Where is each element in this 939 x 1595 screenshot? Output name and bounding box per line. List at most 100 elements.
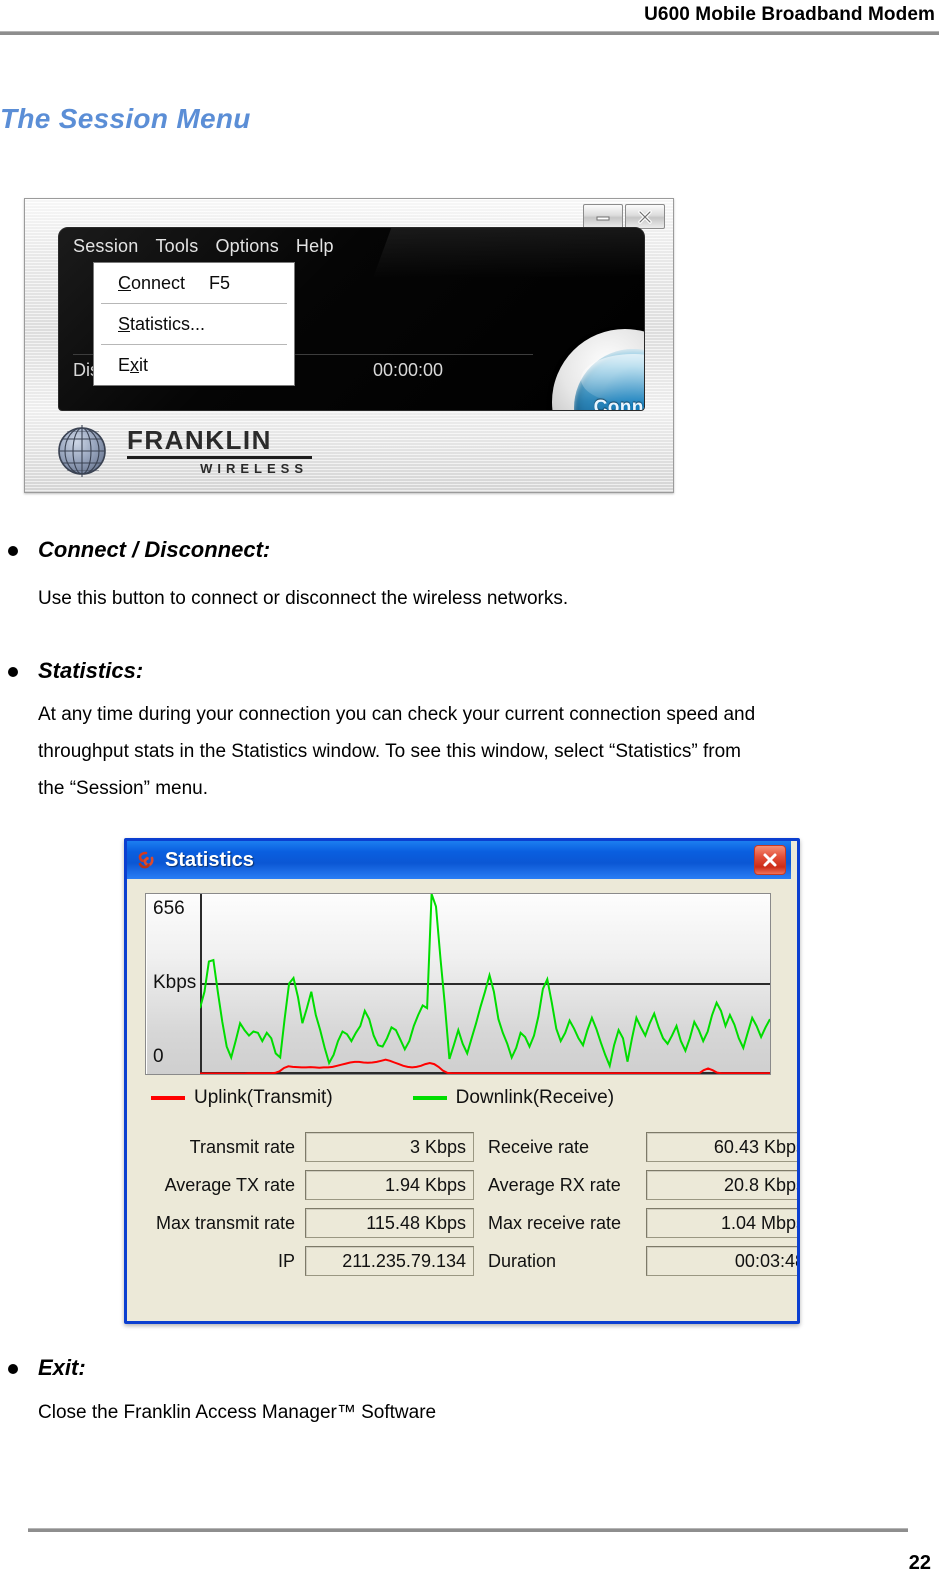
statistics-close-button[interactable] (754, 845, 786, 875)
document-page: U600 Mobile Broadband Modem The Session … (0, 0, 939, 1595)
bullet-exit: Exit: (8, 1355, 86, 1381)
bullet-body-exit: Close the Franklin Access Manager™ Softw… (38, 1402, 437, 1423)
field-label: Transmit rate (189, 1136, 295, 1157)
downlink-trace (200, 894, 770, 1066)
menu-item-statistics-label: Statistics... (118, 313, 206, 334)
close-icon (638, 209, 652, 224)
legend-item-downlink: Downlink(Receive) (412, 1087, 615, 1109)
menu-item-connect-label: Connect (118, 272, 186, 293)
menu-item-connect[interactable]: Connect F5 (94, 263, 294, 303)
stats-row: Average TX rate 1.94 Kbps Average RX rat… (145, 1167, 797, 1203)
page-number: 22 (908, 1552, 931, 1574)
field-label: Receive rate (488, 1136, 590, 1157)
field-value: 00:03:48 (646, 1246, 797, 1276)
bullet-connect-disconnect: Connect / Disconnect: (8, 537, 270, 563)
y-axis-unit-label: Kbps (153, 972, 197, 993)
page-title: The Session Menu (0, 103, 251, 134)
menu-tools[interactable]: Tools (155, 236, 198, 257)
throughput-graph: 656 Kbps 0 (145, 893, 771, 1075)
statistics-fields: Transmit rate 3 Kbps Receive rate 60.43 … (145, 1129, 797, 1281)
field-label: Average RX rate (488, 1174, 621, 1195)
field-ip: IP 211.235.79.134 (145, 1246, 474, 1276)
field-label: IP (277, 1250, 295, 1271)
field-label: Average TX rate (164, 1174, 295, 1195)
connect-button[interactable]: Connect (574, 349, 644, 411)
header-divider (0, 31, 939, 35)
field-label: Max transmit rate (155, 1212, 295, 1233)
menu-help[interactable]: Help (296, 236, 334, 257)
y-axis-max-label: 656 (153, 898, 185, 919)
bullet-body-statistics-line2: throughput stats in the Statistics windo… (38, 741, 741, 762)
connect-button-label: Connect (593, 397, 644, 411)
field-receive-rate: Receive rate 60.43 Kbps (474, 1132, 797, 1162)
bullet-title: Statistics: (38, 658, 144, 683)
bullet-title: Exit: (38, 1355, 86, 1380)
globe-icon (58, 425, 106, 477)
bullet-body-statistics-line1: At any time during your connection you c… (38, 704, 756, 725)
brand-underline (127, 455, 312, 459)
legend-item-uplink: Uplink(Transmit) (151, 1087, 333, 1109)
field-duration: Duration 00:03:48 (474, 1246, 797, 1276)
field-value: 115.48 Kbps (305, 1208, 474, 1238)
stats-row: Transmit rate 3 Kbps Receive rate 60.43 … (145, 1129, 797, 1165)
field-value: 60.43 Kbps (646, 1132, 797, 1162)
bullet-dot-icon (8, 546, 18, 556)
footer-divider (28, 1528, 908, 1532)
bullet-body-connect: Use this button to connect or disconnect… (38, 588, 569, 609)
menu-item-exit[interactable]: Exit (94, 345, 294, 385)
graph-legend: Uplink(Transmit) Downlink(Receive) (151, 1085, 771, 1111)
throughput-traces (200, 894, 770, 1074)
field-max-receive-rate: Max receive rate 1.04 Mbps (474, 1208, 797, 1238)
session-timer: 00:00:00 (373, 360, 444, 380)
field-value: 1.04 Mbps (646, 1208, 797, 1238)
bullet-statistics: Statistics: (8, 658, 143, 684)
field-max-transmit-rate: Max transmit rate 115.48 Kbps (145, 1208, 474, 1238)
bullet-dot-icon (8, 1364, 18, 1374)
menubar: Session Tools Options Help (73, 236, 334, 257)
bullet-title: Connect / Disconnect: (38, 537, 271, 562)
brand-wordmark: FRANKLIN WIRELESS (127, 427, 312, 476)
statistics-title-text: Statistics (165, 848, 254, 871)
legend-label-downlink: Downlink(Receive) (455, 1087, 615, 1108)
franklin-wireless-logo: FRANKLIN WIRELESS (53, 420, 373, 482)
close-icon (763, 853, 777, 867)
legend-label-uplink: Uplink(Transmit) (194, 1087, 333, 1108)
stats-row: IP 211.235.79.134 Duration 00:03:48 (145, 1243, 797, 1279)
menu-options[interactable]: Options (215, 236, 278, 257)
menu-item-statistics[interactable]: Statistics... (94, 304, 294, 344)
field-average-tx-rate: Average TX rate 1.94 Kbps (145, 1170, 474, 1200)
connect-button-assembly[interactable]: Connect (544, 323, 644, 411)
statistics-app-icon (138, 851, 154, 869)
field-transmit-rate: Transmit rate 3 Kbps (145, 1132, 474, 1162)
statistics-titlebar: Statistics (127, 841, 791, 879)
uplink-trace (200, 1060, 770, 1074)
field-value: 211.235.79.134 (305, 1246, 474, 1276)
modem-app-window-screenshot: Session Tools Options Help d Connect F5 … (24, 198, 674, 493)
field-label: Duration (488, 1250, 557, 1271)
brand-name: FRANKLIN (127, 424, 272, 455)
window-controls (583, 204, 665, 229)
menu-session[interactable]: Session (73, 236, 138, 257)
field-value: 1.94 Kbps (305, 1170, 474, 1200)
bullet-dot-icon (8, 667, 18, 677)
y-axis-min-label: 0 (153, 1046, 164, 1067)
legend-swatch-uplink (151, 1096, 185, 1100)
field-label: Max receive rate (488, 1212, 622, 1233)
header-title: U600 Mobile Broadband Modem (644, 4, 935, 25)
bullet-body-statistics-line3: the “Session” menu. (38, 778, 209, 799)
menu-item-connect-accelerator: F5 (209, 272, 231, 293)
menu-item-exit-label: Exit (118, 354, 149, 375)
session-dropdown-menu: Connect F5 Statistics... Exit (93, 262, 295, 386)
statistics-dialog-screenshot: Statistics 656 Kbps 0 Uplink(Transmit) D… (124, 838, 800, 1324)
field-value: 20.8 Kbps (646, 1170, 797, 1200)
field-value: 3 Kbps (305, 1132, 474, 1162)
field-average-rx-rate: Average RX rate 20.8 Kbps (474, 1170, 797, 1200)
legend-swatch-downlink (412, 1096, 447, 1100)
close-button[interactable] (625, 204, 665, 229)
brand-subtitle: WIRELESS (200, 460, 308, 476)
modem-app-panel: Session Tools Options Help d Connect F5 … (58, 227, 645, 411)
connect-button-bezel: Connect (552, 329, 644, 411)
minimize-icon (596, 216, 610, 220)
minimize-button[interactable] (583, 204, 623, 229)
stats-row: Max transmit rate 115.48 Kbps Max receiv… (145, 1205, 797, 1241)
